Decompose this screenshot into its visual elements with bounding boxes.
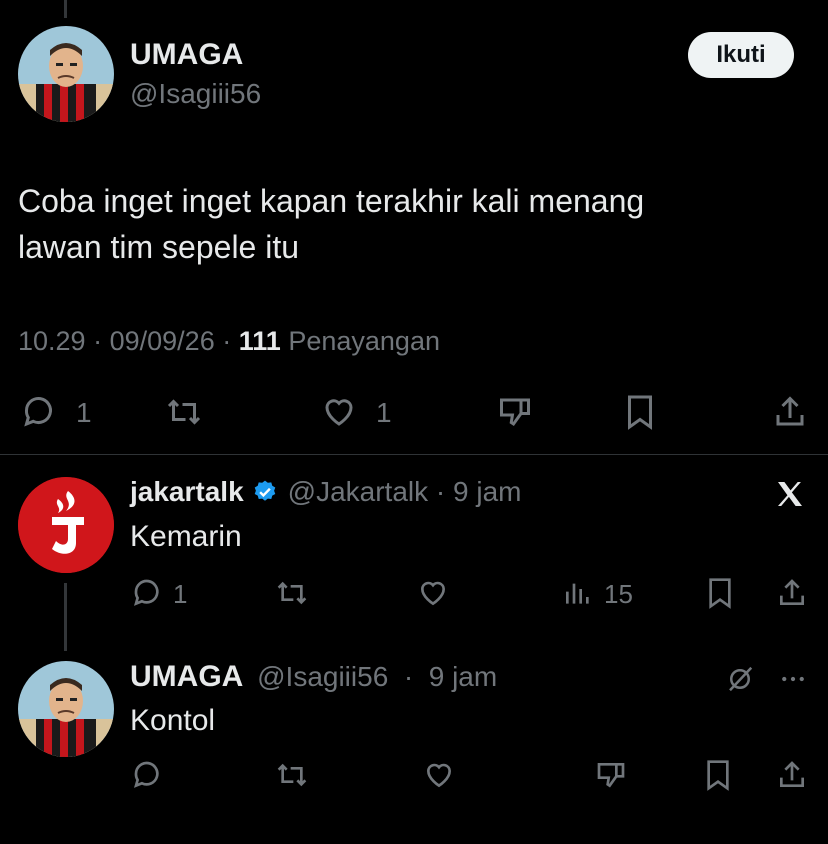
like-icon[interactable]	[414, 576, 452, 610]
verified-badge-icon	[252, 479, 278, 505]
reply-header: UMAGA @Isagiii56 · 9 jam	[130, 660, 497, 694]
reply-header: jakartalk @Jakartalk · 9 jam	[130, 476, 521, 508]
like-count: 1	[376, 397, 392, 428]
bookmark-icon[interactable]	[620, 392, 660, 432]
author-handle[interactable]: @Jakartalk	[288, 476, 428, 508]
author-handle[interactable]: @Isagiii56	[257, 661, 388, 692]
like-icon[interactable]	[318, 392, 360, 432]
more-options-icon[interactable]	[776, 662, 810, 696]
reply-text: Kontol	[130, 704, 216, 737]
tweet-date[interactable]: 09/09/26	[110, 326, 215, 356]
retweet-icon[interactable]	[272, 576, 312, 610]
author-name[interactable]: jakartalk	[130, 476, 244, 508]
divider	[0, 454, 828, 455]
retweet-icon[interactable]	[272, 758, 312, 792]
bookmark-icon[interactable]	[700, 758, 736, 792]
tweet-text-line: lawan tim sepele itu	[18, 229, 300, 265]
reply-icon[interactable]	[130, 758, 166, 792]
author-handle[interactable]: @Isagiii56	[130, 78, 261, 110]
separator-dot: ·	[93, 326, 103, 356]
dislike-icon[interactable]	[494, 392, 536, 432]
avatar[interactable]	[18, 477, 114, 573]
avatar[interactable]	[18, 26, 114, 122]
share-icon[interactable]	[770, 392, 810, 432]
tweet-text: Coba inget inget kapan terakhir kali men…	[18, 178, 644, 270]
muted-icon[interactable]	[722, 662, 758, 696]
avatar[interactable]	[18, 661, 114, 757]
separator-dot: ·	[396, 661, 421, 692]
like-icon[interactable]	[420, 758, 458, 792]
reply-icon[interactable]	[130, 576, 166, 610]
tweet-text-line: Coba inget inget kapan terakhir kali men…	[18, 183, 645, 219]
views-count: 15	[604, 579, 633, 609]
tweet-age[interactable]: 9 jam	[453, 476, 521, 508]
follow-button[interactable]: Ikuti	[688, 32, 794, 78]
views-label: Penayangan	[288, 326, 440, 356]
reply-text: Kemarin	[130, 520, 242, 553]
dislike-icon[interactable]	[592, 758, 630, 792]
retweet-icon[interactable]	[162, 392, 206, 432]
author-name[interactable]: UMAGA	[130, 38, 243, 72]
author-name[interactable]: UMAGA	[130, 660, 243, 693]
thread-line	[64, 0, 67, 18]
thread-line	[64, 583, 67, 651]
x-logo-icon	[770, 476, 810, 512]
reply-count: 1	[173, 579, 188, 609]
separator-dot: ·	[428, 476, 453, 507]
reply-icon[interactable]	[20, 392, 60, 432]
bookmark-icon[interactable]	[702, 576, 738, 610]
views-count: 111	[238, 326, 281, 356]
tweet-age[interactable]: 9 jam	[429, 661, 497, 692]
separator-dot: ·	[222, 326, 232, 356]
reply-count: 1	[76, 397, 92, 428]
tweet-meta: 10.29 · 09/09/26 · 111 Penayangan	[18, 326, 440, 357]
share-icon[interactable]	[774, 576, 810, 610]
tweet-time[interactable]: 10.29	[18, 326, 86, 356]
share-icon[interactable]	[774, 758, 810, 792]
views-icon[interactable]	[560, 576, 596, 610]
